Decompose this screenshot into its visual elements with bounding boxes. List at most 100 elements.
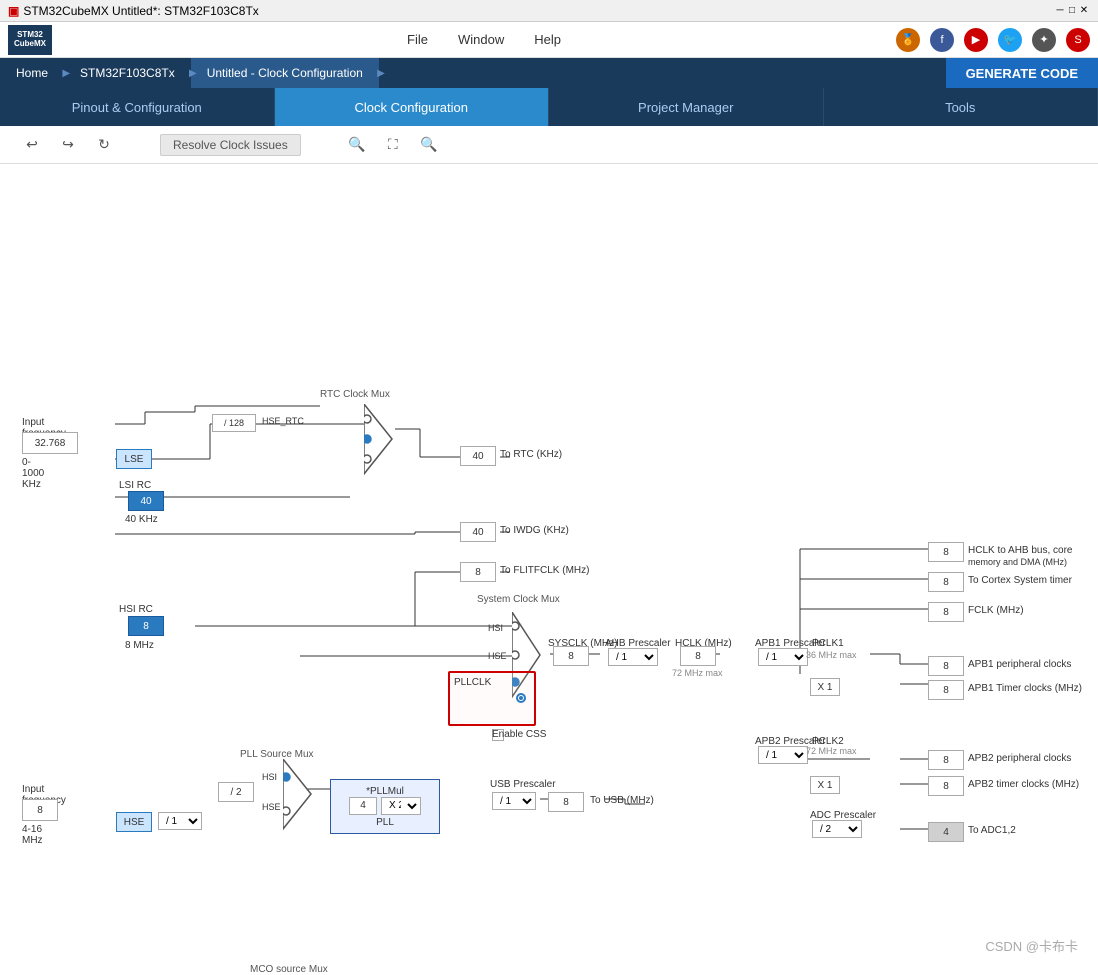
fclk-label: FCLK (MHz) bbox=[968, 605, 1024, 616]
menu-items: File Window Help bbox=[72, 32, 896, 47]
breadcrumb-device[interactable]: STM32F103C8Tx bbox=[64, 58, 191, 88]
pll-src-hsi-label: HSI bbox=[262, 772, 277, 782]
system-clock-mux-label: System Clock Mux bbox=[477, 594, 560, 605]
maximize-btn[interactable]: □ bbox=[1066, 5, 1078, 17]
usb-prescaler-select[interactable]: / 1 bbox=[492, 792, 536, 810]
apb2-periph-label: APB2 peripheral clocks bbox=[968, 753, 1071, 764]
toolbar: ↩ ↪ ↻ Resolve Clock Issues 🔍 ⛶ 🔍 bbox=[0, 126, 1098, 164]
apb2-periph-out-val: 8 bbox=[928, 750, 964, 770]
to-adc-label: To ADC1,2 bbox=[968, 825, 1016, 836]
rtc-output-val: 40 bbox=[460, 446, 496, 466]
sys-mux-hsi-label: HSI bbox=[488, 623, 503, 633]
clock-diagram-canvas: RTC Clock Mux System Clock Mux PLL Sourc… bbox=[0, 164, 1098, 975]
apb1-x1-box: X 1 bbox=[810, 678, 840, 696]
lsi-box[interactable]: 40 bbox=[128, 491, 164, 511]
pll-src-hse-label: HSE bbox=[262, 802, 281, 812]
pll-source-mux-svg bbox=[283, 759, 313, 839]
apb2-timer-label: APB2 timer clocks (MHz) bbox=[968, 779, 1079, 790]
clock-diagram: RTC Clock Mux System Clock Mux PLL Sourc… bbox=[0, 164, 1098, 975]
breadcrumb-home[interactable]: Home bbox=[0, 58, 64, 88]
hclk-to-ahb-label: HCLK to AHB bus, core bbox=[968, 545, 1073, 556]
menu-window[interactable]: Window bbox=[458, 32, 504, 47]
hsi-box[interactable]: 8 bbox=[128, 616, 164, 636]
to-rtc-label: To RTC (KHz) bbox=[500, 449, 562, 460]
tab-tools[interactable]: Tools bbox=[824, 88, 1098, 126]
hclk-val[interactable]: 8 bbox=[680, 646, 716, 666]
title-bar: ▣ STM32CubeMX Untitled*: STM32F103C8Tx ─… bbox=[0, 0, 1098, 22]
rtc-clock-mux-label: RTC Clock Mux bbox=[320, 389, 390, 400]
apb2-timer-out-val: 8 bbox=[928, 776, 964, 796]
enable-css-label: Enable CSS bbox=[492, 729, 546, 740]
app-logo: STM32CubeMX bbox=[8, 25, 52, 55]
usb-out-val: 8 bbox=[548, 792, 584, 812]
tab-pinout[interactable]: Pinout & Configuration bbox=[0, 88, 275, 126]
apb1-prescaler-select[interactable]: / 1 bbox=[758, 648, 808, 666]
tab-project[interactable]: Project Manager bbox=[549, 88, 824, 126]
sysclk-val[interactable]: 8 bbox=[553, 646, 589, 666]
pllclk-label: PLLCLK bbox=[454, 677, 491, 688]
pclk2-max: 72 MHz max bbox=[806, 746, 857, 756]
to-iwdg-label: To IWDG (KHz) bbox=[500, 525, 569, 536]
fit-button[interactable]: ⛶ bbox=[381, 133, 405, 157]
lse-freq-input[interactable]: 32.768 bbox=[22, 432, 78, 454]
hclk-to-ahb2-label: memory and DMA (MHz) bbox=[968, 557, 1067, 567]
apb2-prescaler-select[interactable]: / 1 bbox=[758, 746, 808, 764]
resolve-clock-button[interactable]: Resolve Clock Issues bbox=[160, 134, 301, 156]
undo-button[interactable]: ↩ bbox=[20, 133, 44, 157]
lsi-khz-label: 40 KHz bbox=[125, 514, 158, 525]
zoom-search-button[interactable]: 🔍 bbox=[345, 133, 369, 157]
adc-prescaler-select[interactable]: / 2 bbox=[812, 820, 862, 838]
flitf-output-val: 8 bbox=[460, 562, 496, 582]
hsi-mhz-label: 8 MHz bbox=[125, 640, 154, 651]
rtc-mux-svg bbox=[364, 404, 394, 484]
breadcrumb-clock[interactable]: Untitled - Clock Configuration bbox=[191, 58, 379, 88]
usb-prescaler-label: USB Prescaler bbox=[490, 779, 556, 790]
close-btn[interactable]: ✕ bbox=[1078, 5, 1090, 17]
icon-twitter[interactable]: 🐦 bbox=[998, 28, 1022, 52]
lse-box[interactable]: LSE bbox=[116, 449, 152, 469]
apb1-timer-out-val: 8 bbox=[928, 680, 964, 700]
pllclk-radio[interactable] bbox=[516, 693, 526, 703]
title-bar-title: STM32CubeMX Untitled*: STM32F103C8Tx bbox=[23, 4, 258, 18]
hse-box[interactable]: HSE bbox=[116, 812, 152, 832]
icon-st[interactable]: S bbox=[1066, 28, 1090, 52]
tab-clock[interactable]: Clock Configuration bbox=[275, 88, 550, 126]
hse-freq-input[interactable]: 8 bbox=[22, 799, 58, 821]
adc-out-val: 4 bbox=[928, 822, 964, 842]
ahb-prescaler-select[interactable]: / 1 bbox=[608, 648, 658, 666]
icon-youtube[interactable]: ▶ bbox=[964, 28, 988, 52]
hse-freq-range: 4-16 MHz bbox=[22, 824, 43, 846]
breadcrumb-bar: Home STM32F103C8Tx Untitled - Clock Conf… bbox=[0, 58, 1098, 88]
icon-network[interactable]: ✦ bbox=[1032, 28, 1056, 52]
tab-bar: Pinout & Configuration Clock Configurati… bbox=[0, 88, 1098, 126]
apb1-periph-out-val: 8 bbox=[928, 656, 964, 676]
sys-mux-hse-label: HSE bbox=[488, 651, 507, 661]
to-cortex-label: To Cortex System timer bbox=[968, 575, 1072, 586]
icon-anniversary: 🏅 bbox=[896, 28, 920, 52]
hse-rtc-div: / 128 bbox=[212, 414, 256, 432]
minimize-btn[interactable]: ─ bbox=[1054, 5, 1066, 17]
menu-bar: STM32CubeMX File Window Help 🏅 f ▶ 🐦 ✦ S bbox=[0, 22, 1098, 58]
to-flitfclk-label: To FLITFCLK (MHz) bbox=[500, 565, 589, 576]
menu-file[interactable]: File bbox=[407, 32, 428, 47]
redo-button[interactable]: ↪ bbox=[56, 133, 80, 157]
pll-box: *PLLMul 4 X 2 PLL bbox=[330, 779, 440, 834]
hse-rtc-label: HSE_RTC bbox=[262, 416, 304, 426]
pllclk-highlight: PLLCLK bbox=[448, 671, 536, 726]
social-icons: 🏅 f ▶ 🐦 ✦ S bbox=[896, 28, 1090, 52]
cortex-out-val: 8 bbox=[928, 572, 964, 592]
apb2-x1-box: X 1 bbox=[810, 776, 840, 794]
apb1-timer-label: APB1 Timer clocks (MHz) bbox=[968, 683, 1082, 694]
app-icon: ▣ bbox=[8, 4, 19, 18]
generate-code-button[interactable]: GENERATE CODE bbox=[946, 58, 1098, 88]
pllmul-select[interactable]: X 2 bbox=[381, 797, 421, 815]
watermark: CSDN @卡布卡 bbox=[985, 936, 1078, 955]
icon-facebook[interactable]: f bbox=[930, 28, 954, 52]
hse-div1-select[interactable]: / 1 bbox=[158, 812, 202, 830]
pll-val[interactable]: 4 bbox=[349, 797, 377, 815]
mco-source-mux-label: MCO source Mux bbox=[250, 964, 328, 975]
zoom-out-button[interactable]: 🔍 bbox=[417, 133, 441, 157]
refresh-button[interactable]: ↻ bbox=[92, 133, 116, 157]
enable-css-group: Enable CSS bbox=[492, 729, 546, 740]
menu-help[interactable]: Help bbox=[534, 32, 561, 47]
